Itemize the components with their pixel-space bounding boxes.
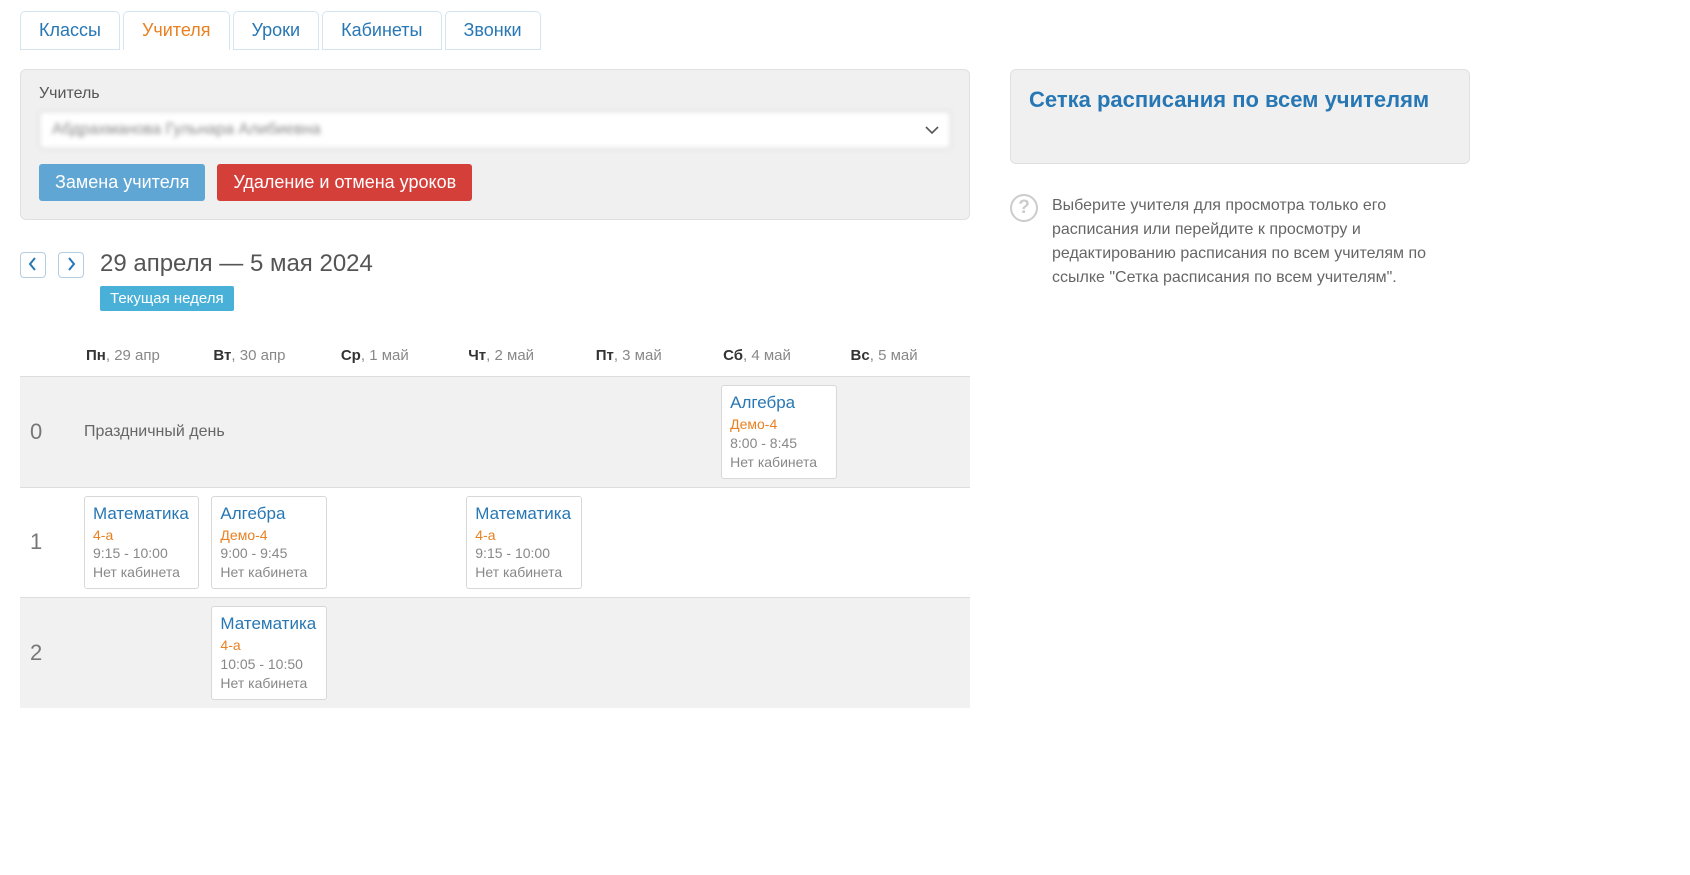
tab-link[interactable]: Уроки xyxy=(252,20,301,40)
lesson-time: 9:00 - 9:45 xyxy=(220,544,317,563)
tab-link[interactable]: Классы xyxy=(39,20,101,40)
lesson-time: 8:00 - 8:45 xyxy=(730,434,827,453)
table-row: 0 Праздничный день Алгебра Демо-4 8:00 -… xyxy=(20,377,970,488)
lesson-room: Нет кабинета xyxy=(220,674,317,693)
chevron-right-icon xyxy=(66,257,76,274)
side-panel: Сетка расписания по всем учителям xyxy=(1010,69,1470,164)
lesson-subject: Математика xyxy=(93,503,190,526)
tab-bells[interactable]: Звонки xyxy=(445,11,541,50)
day-header: Ср, 1 май xyxy=(333,341,460,377)
lesson-room: Нет кабинета xyxy=(93,563,190,582)
tabs-bar: Классы Учителя Уроки Кабинеты Звонки xyxy=(20,10,1670,49)
holiday-cell: Праздничный день xyxy=(78,377,715,488)
teacher-label: Учитель xyxy=(39,85,951,103)
lesson-class: 4-а xyxy=(220,636,317,655)
replace-teacher-button[interactable]: Замена учителя xyxy=(39,164,205,201)
lesson-time: 9:15 - 10:00 xyxy=(93,544,190,563)
tab-link[interactable]: Звонки xyxy=(464,20,522,40)
schedule-table: Пн, 29 апр Вт, 30 апр Ср, 1 май Чт, 2 ма… xyxy=(20,341,970,708)
tab-link[interactable]: Кабинеты xyxy=(341,20,422,40)
chevron-left-icon xyxy=(28,257,38,274)
schedule-grid-link[interactable]: Сетка расписания по всем учителям xyxy=(1029,85,1451,115)
day-header: Пт, 3 май xyxy=(588,341,715,377)
tab-lessons[interactable]: Уроки xyxy=(233,11,320,50)
teacher-panel: Учитель Абдрахманова Гульнара Алибиевна … xyxy=(20,69,970,220)
row-number: 0 xyxy=(20,377,78,488)
day-header: Вс, 5 май xyxy=(843,341,970,377)
help-icon: ? xyxy=(1010,194,1038,222)
day-header: Сб, 4 май xyxy=(715,341,842,377)
tab-classes[interactable]: Классы xyxy=(20,11,120,50)
day-header: Чт, 2 май xyxy=(460,341,587,377)
lesson-class: Демо-4 xyxy=(220,526,317,545)
lesson-card[interactable]: Математика 4-а 9:15 - 10:00 Нет кабинета xyxy=(466,496,581,590)
lesson-subject: Математика xyxy=(220,613,317,636)
lesson-subject: Алгебра xyxy=(730,392,827,415)
row-number: 2 xyxy=(20,598,78,708)
current-week-badge: Текущая неделя xyxy=(100,286,234,311)
next-week-button[interactable] xyxy=(58,252,84,278)
lesson-room: Нет кабинета xyxy=(220,563,317,582)
lesson-class: 4-а xyxy=(93,526,190,545)
lesson-subject: Алгебра xyxy=(220,503,317,526)
lesson-time: 10:05 - 10:50 xyxy=(220,655,317,674)
lesson-room: Нет кабинета xyxy=(730,453,827,472)
teacher-select[interactable]: Абдрахманова Гульнара Алибиевна xyxy=(39,111,951,149)
prev-week-button[interactable] xyxy=(20,252,46,278)
day-header: Вт, 30 апр xyxy=(205,341,332,377)
lesson-class: Демо-4 xyxy=(730,415,827,434)
lesson-room: Нет кабинета xyxy=(475,563,572,582)
delete-cancel-lessons-button[interactable]: Удаление и отмена уроков xyxy=(217,164,472,201)
lesson-card[interactable]: Математика 4-а 9:15 - 10:00 Нет кабинета xyxy=(84,496,199,590)
lesson-subject: Математика xyxy=(475,503,572,526)
lesson-class: 4-а xyxy=(475,526,572,545)
help-block: ? Выберите учителя для просмотра только … xyxy=(1010,194,1470,290)
row-number: 1 xyxy=(20,487,78,598)
table-row: 1 Математика 4-а 9:15 - 10:00 Нет кабине… xyxy=(20,487,970,598)
lesson-card[interactable]: Алгебра Демо-4 8:00 - 8:45 Нет кабинета xyxy=(721,385,836,479)
teacher-select-wrap: Абдрахманова Гульнара Алибиевна xyxy=(39,111,951,149)
date-range: 29 апреля — 5 мая 2024 xyxy=(100,250,373,278)
table-row: 2 Математика 4-а 10:05 - 10:50 Нет кабин… xyxy=(20,598,970,708)
lesson-card[interactable]: Математика 4-а 10:05 - 10:50 Нет кабинет… xyxy=(211,606,326,700)
lesson-time: 9:15 - 10:00 xyxy=(475,544,572,563)
tab-link[interactable]: Учителя xyxy=(142,20,211,40)
tab-teachers[interactable]: Учителя xyxy=(123,11,230,50)
day-header: Пн, 29 апр xyxy=(78,341,205,377)
lesson-card[interactable]: Алгебра Демо-4 9:00 - 9:45 Нет кабинета xyxy=(211,496,326,590)
tab-rooms[interactable]: Кабинеты xyxy=(322,11,441,50)
help-text: Выберите учителя для просмотра только ег… xyxy=(1052,194,1470,290)
date-navigation: 29 апреля — 5 мая 2024 Текущая неделя xyxy=(20,250,970,311)
